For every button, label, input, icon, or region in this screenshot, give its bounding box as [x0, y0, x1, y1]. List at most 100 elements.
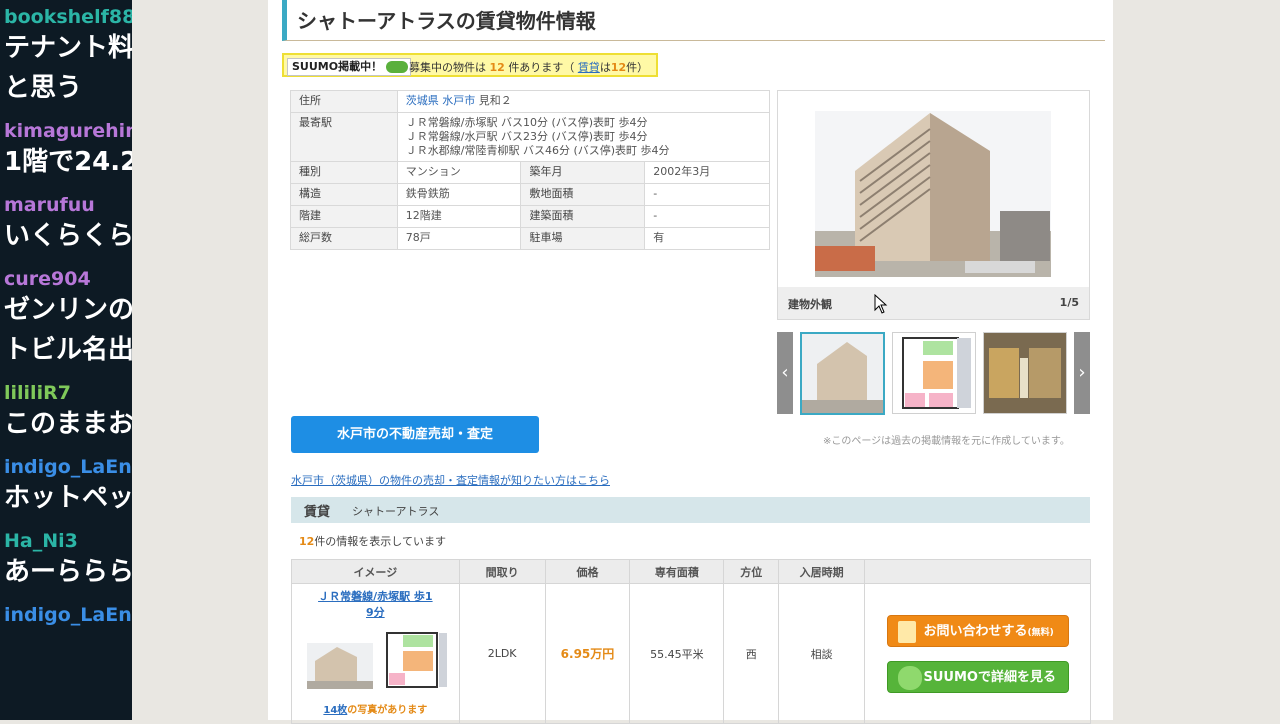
- column-header: 方位: [723, 559, 780, 584]
- property-info-table: 住所 茨城県 水戸市 見和２ 最寄駅 ＪＲ常磐線/赤塚駅 バス10分 (バス停)…: [290, 90, 771, 250]
- listing-link-line: ＪＲ常磐線/赤塚駅 歩1: [318, 590, 433, 603]
- listing-images: [293, 629, 458, 695]
- listing-building-image[interactable]: [307, 643, 373, 689]
- column-header: 価格: [544, 559, 631, 584]
- chat-message: cure904 ゼンリンの トビル名出: [4, 262, 132, 370]
- floorplan-thumb-image: [893, 333, 975, 413]
- info-label: 総戸数: [290, 227, 398, 250]
- address-value: 茨城県 水戸市 見和２: [396, 90, 771, 113]
- prev-photo-button[interactable]: ‹: [777, 332, 793, 414]
- result-count-number: 12: [299, 535, 315, 548]
- chat-text: テナント料: [4, 33, 132, 63]
- info-value: 鉄骨鉄筋: [396, 183, 522, 206]
- sell-info-link[interactable]: 水戸市（茨城県）の物件の売却・査定情報が知りたい方はこちら: [291, 472, 610, 488]
- banner-suffix: 件）: [626, 61, 649, 74]
- chat-text: 1階で24.2: [4, 147, 132, 177]
- chat-message: indigo_LaEn ホットペッ: [4, 450, 132, 518]
- chat-username: indigo_LaEn: [4, 604, 132, 626]
- section-building-name: シャトーアトラス: [352, 505, 440, 518]
- chat-username: Ha_Ni3: [4, 530, 78, 552]
- info-label: 築年月: [520, 161, 646, 184]
- chevron-right-icon: ›: [1078, 362, 1086, 383]
- inquiry-button-label: お問い合わせする(無料): [924, 616, 1054, 649]
- banner-link-suffix: は: [599, 61, 611, 74]
- photo-count-link[interactable]: 14枚: [323, 705, 347, 716]
- photo-counter: 1/5: [1059, 296, 1079, 309]
- table-row: ＪＲ常磐線/赤塚駅 歩1 9分 14枚の写真があります 2LDK 6.95万円 …: [291, 583, 1091, 724]
- section-label: 賃貸: [304, 505, 331, 520]
- property-page: シャトーアトラスの賃貸物件情報 SUUMO掲載中！ 募集中の物件は 12 件あり…: [268, 0, 1113, 724]
- photo-count-text: の写真があります: [347, 705, 428, 716]
- photo-thumbnail[interactable]: [800, 332, 885, 415]
- station-value: ＪＲ常磐線/赤塚駅 バス10分 (バス停)表町 歩4分 ＪＲ常磐線/水戸駅 バス…: [396, 112, 771, 162]
- sell-appraisal-button[interactable]: 水戸市の不動産売却・査定: [291, 416, 539, 453]
- suumo-badge: SUUMO掲載中！: [287, 58, 412, 76]
- next-photo-button[interactable]: ›: [1074, 332, 1090, 414]
- info-label: 階建: [290, 205, 398, 228]
- chat-text: ホットペッ: [4, 483, 132, 513]
- entrance-thumb-image: [984, 333, 1066, 413]
- photo-thumbnail[interactable]: [983, 332, 1067, 414]
- address-label: 住所: [290, 90, 398, 113]
- document-icon: [897, 620, 916, 643]
- image-cell: ＪＲ常磐線/赤塚駅 歩1 9分 14枚の写真があります: [291, 583, 460, 724]
- chat-message: lililiR7 このままお: [4, 376, 132, 444]
- chat-message: indigo_LaEn: [4, 598, 132, 626]
- station-line: ＪＲ水郡線/常陸青柳駅 バス46分 (バス停)表町 歩4分: [405, 144, 670, 157]
- inquiry-free-text: (無料): [1027, 627, 1054, 638]
- suumo-mascot-icon: [897, 665, 922, 690]
- info-value: 78戸: [396, 227, 522, 250]
- info-value: -: [644, 183, 770, 206]
- listing-station-link[interactable]: ＪＲ常磐線/赤塚駅 歩1 9分: [293, 585, 458, 621]
- station-line: ＪＲ常磐線/水戸駅 バス23分 (バス停)表町 歩4分: [405, 130, 648, 143]
- rental-section-header: 賃貸 シャトーアトラス: [291, 497, 1090, 523]
- inquiry-text: お問い合わせする: [923, 623, 1028, 639]
- station-line: ＪＲ常磐線/赤塚駅 バス10分 (バス停)表町 歩4分: [405, 116, 648, 129]
- chat-username: kimagurehim: [4, 120, 132, 142]
- photo-thumbnail[interactable]: [892, 332, 976, 414]
- info-value: マンション: [396, 161, 522, 184]
- chat-username: lililiR7: [4, 382, 71, 404]
- building-photo: [815, 111, 1051, 277]
- chat-message: marufuu いくらくら: [4, 188, 132, 256]
- direction-cell: 西: [723, 583, 780, 724]
- chat-text: ゼンリンの: [4, 295, 132, 325]
- area-cell: 55.45平米: [629, 583, 725, 724]
- column-header: 専有面積: [629, 559, 725, 584]
- photo-viewer[interactable]: 建物外観 1/5: [777, 90, 1090, 320]
- chat-username: marufuu: [4, 194, 95, 216]
- station-label: 最寄駅: [290, 112, 398, 162]
- table-header-row: イメージ 間取り 価格 専有面積 方位 入居時期: [291, 559, 1091, 584]
- inquiry-button[interactable]: お問い合わせする(無料): [886, 614, 1069, 649]
- info-value: 2002年3月: [644, 161, 770, 184]
- title-bar: シャトーアトラスの賃貸物件情報: [282, 0, 1105, 41]
- address-city-link[interactable]: 水戸市: [442, 94, 475, 107]
- chat-text: と思う: [4, 73, 83, 103]
- info-label: 種別: [290, 161, 398, 184]
- address-pref-link[interactable]: 茨城県: [406, 94, 439, 107]
- chat-text: トビル名出: [4, 335, 132, 365]
- info-label: 建築面積: [520, 205, 646, 228]
- suumo-badge-label: SUUMO掲載中！: [292, 60, 383, 73]
- suumo-details-button[interactable]: SUUMOで詳細を見る: [886, 660, 1069, 693]
- price-value: 6.95万円: [560, 647, 615, 661]
- listing-floorplan-image[interactable]: [383, 629, 449, 691]
- chat-text: いくらくら: [4, 221, 132, 251]
- suumo-banner: SUUMO掲載中！ 募集中の物件は 12 件あります（ 賃貸は12件）: [282, 53, 658, 77]
- chat-username: indigo_LaEn: [4, 456, 132, 478]
- column-header: 入居時期: [778, 559, 866, 584]
- chevron-left-icon: ‹: [781, 362, 789, 383]
- chat-message: bookshelf88 テナント料 と思う: [4, 0, 132, 108]
- banner-count: 12: [489, 61, 505, 74]
- banner-rental-link[interactable]: 賃貸: [578, 61, 600, 74]
- move-in-cell: 相談: [778, 583, 866, 724]
- chat-text: あーららら: [4, 557, 132, 587]
- listing-link-line: 9分: [366, 606, 385, 619]
- suumo-mascot-icon: [386, 61, 409, 73]
- archive-note: ※このページは過去の掲載情報を元に作成しています。: [823, 436, 1070, 447]
- info-value: 12階建: [396, 205, 522, 228]
- mouse-cursor-icon: [874, 294, 888, 314]
- chat-text: このままお: [4, 409, 132, 439]
- banner-rental-count: 12: [610, 61, 627, 74]
- photo-caption-bar: 建物外観 1/5: [778, 287, 1089, 319]
